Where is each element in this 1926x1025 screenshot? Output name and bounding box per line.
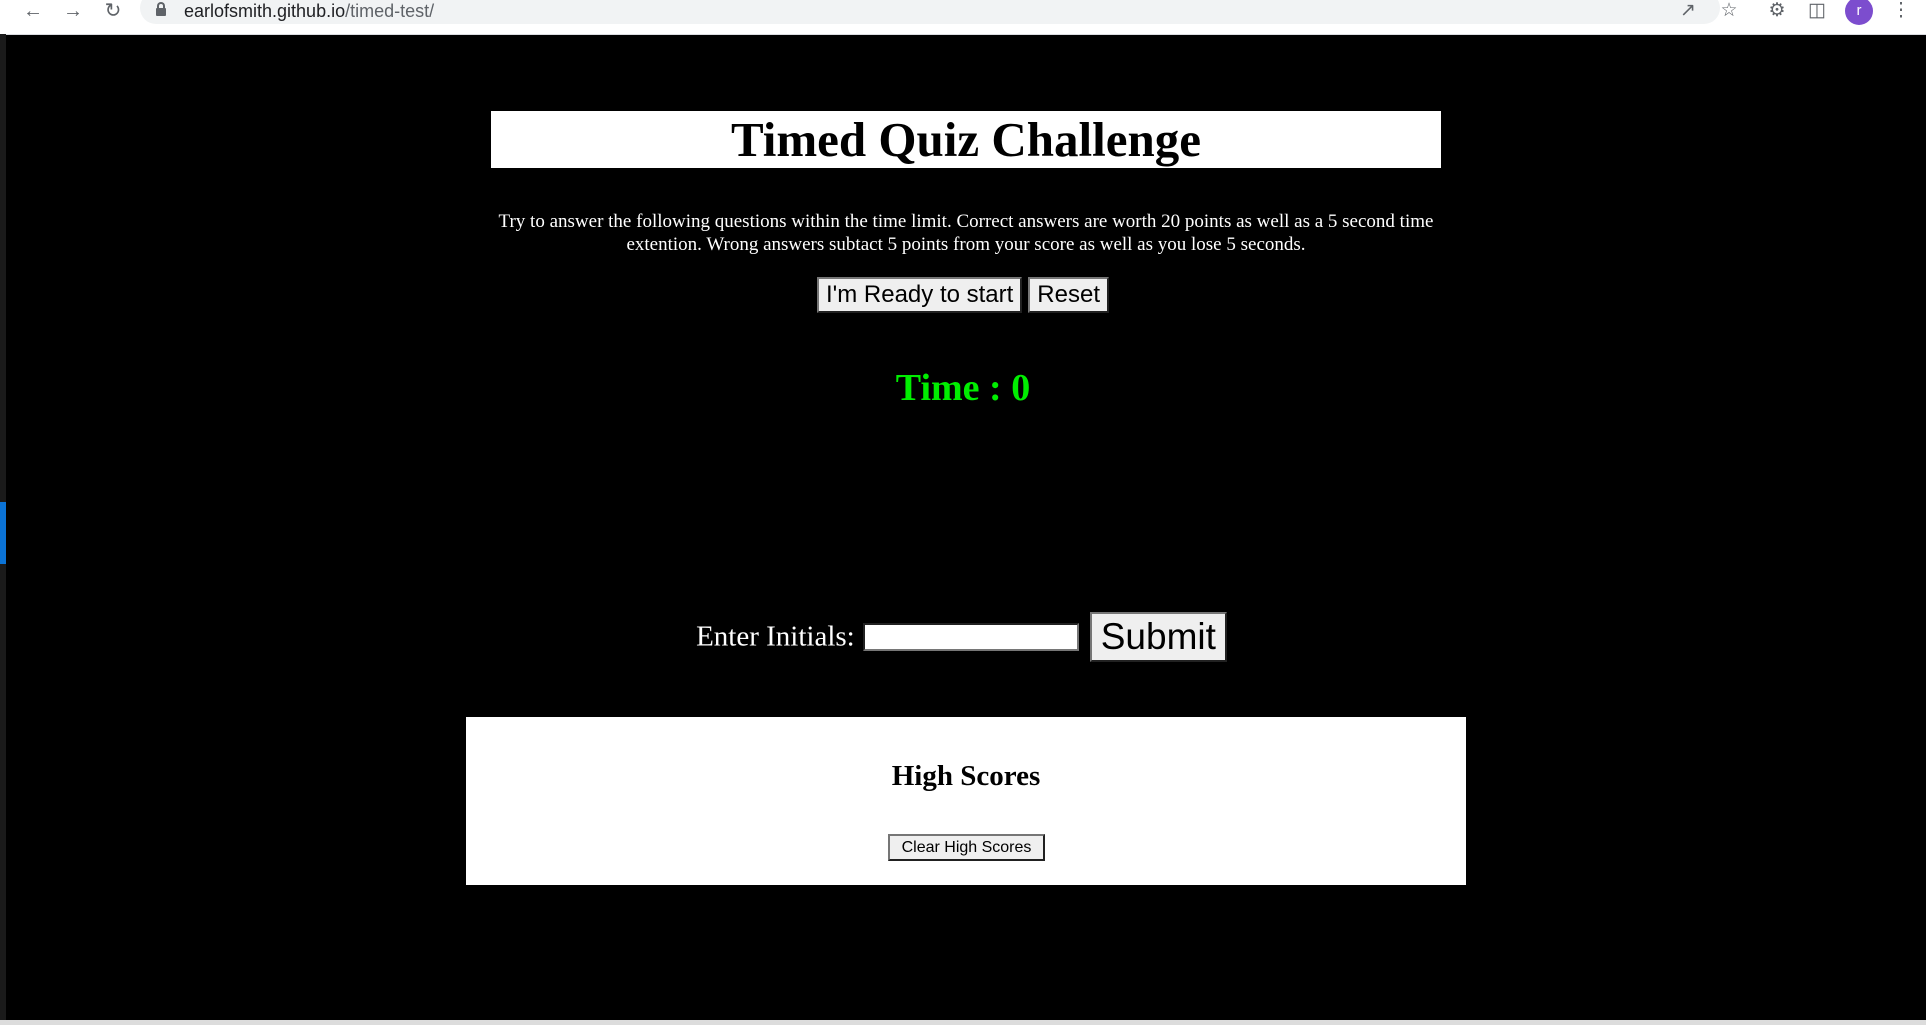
url-path: /timed-test/ [345,1,435,21]
browser-toolbar: ← → ↻ earlofsmith.github.io/timed-test/ … [0,0,1926,35]
title-banner: Timed Quiz Challenge [491,111,1441,168]
timer-display: Time : 0 [895,367,1031,409]
forward-arrow-icon[interactable]: → [60,0,86,24]
quiz-instructions: Try to answer the following questions wi… [498,211,1434,255]
profile-avatar[interactable]: r [1845,0,1873,25]
lock-icon [156,2,166,16]
url-host: earlofsmith.github.io [184,1,346,21]
address-bar[interactable]: earlofsmith.github.io/timed-test/ [140,0,1720,24]
start-quiz-button[interactable]: I'm Ready to start [816,277,1023,313]
bottom-window-edge [0,1020,1926,1025]
clear-high-scores-button[interactable]: Clear High Scores [888,834,1045,861]
left-edge-accent [0,502,6,564]
share-icon[interactable]: ↗ [1675,0,1701,24]
initials-label: Enter Initials: [696,620,855,653]
page-title: Timed Quiz Challenge [730,112,1202,167]
reload-icon[interactable]: ↻ [100,0,126,24]
high-scores-heading: High Scores [891,760,1041,792]
side-panel-icon[interactable]: ◫ [1804,0,1830,24]
initials-form: Enter Initials: Submit [0,612,1926,662]
menu-kebab-icon[interactable]: ⋮ [1888,0,1914,24]
extensions-icon[interactable]: ⚙ [1764,0,1790,24]
high-scores-panel: High Scores Clear High Scores [466,717,1466,885]
quiz-controls: I'm Ready to start Reset [0,277,1926,313]
submit-button[interactable]: Submit [1089,612,1227,662]
url-text: earlofsmith.github.io/timed-test/ [184,1,434,22]
initials-input[interactable] [862,623,1079,651]
back-arrow-icon[interactable]: ← [20,0,46,24]
bookmark-star-icon[interactable]: ☆ [1716,0,1742,24]
reset-button[interactable]: Reset [1028,277,1109,313]
